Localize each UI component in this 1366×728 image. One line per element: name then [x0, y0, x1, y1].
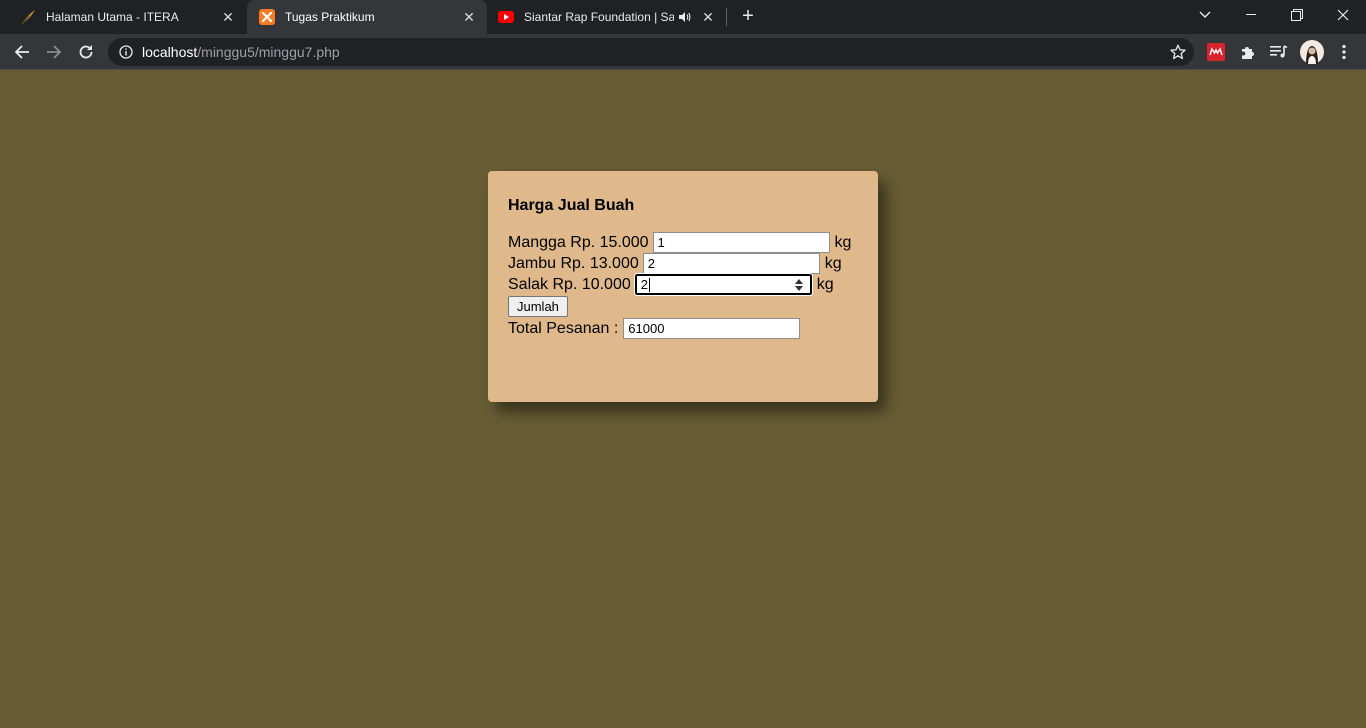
tab-search-button[interactable] — [1182, 0, 1228, 30]
info-icon[interactable] — [119, 45, 133, 59]
arrow-right-icon — [47, 45, 62, 59]
close-window-button[interactable] — [1320, 0, 1366, 30]
forward-button[interactable] — [40, 38, 68, 66]
chevron-down-icon — [1199, 11, 1211, 18]
minimize-button[interactable] — [1228, 0, 1274, 30]
arrow-left-icon — [14, 45, 29, 59]
close-tab-icon[interactable]: ✕ — [461, 9, 477, 25]
puzzle-icon — [1242, 47, 1254, 59]
url-text[interactable]: localhost/minggu5/minggu7.php — [142, 44, 340, 60]
youtube-icon — [498, 9, 514, 25]
address-bar[interactable]: localhost/minggu5/minggu7.php — [108, 38, 1194, 66]
mendeley-icon — [1207, 43, 1225, 61]
fruit-label: Salak Rp. 10.000 — [508, 275, 631, 293]
tab-halaman-utama[interactable]: Halaman Utama - ITERA ✕ — [8, 0, 246, 34]
media-control-button[interactable] — [1268, 41, 1290, 63]
jambu-quantity-input[interactable] — [642, 253, 820, 274]
extensions-button[interactable] — [1237, 41, 1259, 63]
total-label: Total Pesanan : — [508, 319, 619, 337]
unit-label: kg — [834, 233, 852, 251]
fruit-row-salak: Salak Rp. 10.000 2 kg — [508, 273, 858, 296]
form-heading: Harga Jual Buah — [508, 197, 635, 214]
restore-button[interactable] — [1274, 0, 1320, 30]
unit-label: kg — [816, 275, 834, 293]
reload-icon — [79, 45, 93, 59]
spin-down-icon[interactable] — [794, 285, 803, 291]
bookmark-star-icon[interactable] — [1170, 44, 1186, 60]
playlist-music-icon — [1270, 45, 1288, 58]
mangga-quantity-input[interactable] — [652, 232, 830, 253]
unit-label: kg — [824, 254, 842, 272]
total-output-field[interactable] — [623, 318, 801, 339]
tab-divider — [726, 8, 727, 26]
browser-toolbar: localhost/minggu5/minggu7.php — [0, 34, 1366, 70]
tab-strip: Halaman Utama - ITERA ✕ Tugas Praktikum … — [0, 0, 1366, 34]
minimize-icon — [1246, 14, 1256, 15]
close-icon — [1337, 9, 1349, 21]
reload-button[interactable] — [72, 38, 100, 66]
profile-avatar[interactable] — [1300, 40, 1324, 64]
tab-tugas-praktikum[interactable]: Tugas Praktikum ✕ — [247, 0, 487, 34]
xampp-icon — [259, 9, 275, 25]
tab-youtube[interactable]: Siantar Rap Foundation | Sai ✕ — [488, 0, 726, 34]
kebab-menu-icon — [1342, 44, 1346, 60]
back-button[interactable] — [8, 38, 36, 66]
audio-playing-icon[interactable] — [678, 10, 692, 24]
text-cursor — [648, 278, 650, 293]
new-tab-button[interactable]: + — [737, 5, 759, 27]
close-tab-icon[interactable]: ✕ — [700, 9, 716, 25]
total-row: Total Pesanan : — [508, 318, 858, 339]
close-tab-icon[interactable]: ✕ — [220, 9, 236, 25]
fruit-row-jambu: Jambu Rp. 13.000 kg — [508, 253, 858, 274]
tab-title: Halaman Utama - ITERA — [46, 10, 179, 24]
fruit-label: Jambu Rp. 13.000 — [508, 254, 639, 272]
order-form-card: Harga Jual Buah Mangga Rp. 15.000 kg Jam… — [488, 171, 878, 402]
tab-title: Siantar Rap Foundation | Sai — [524, 10, 674, 24]
url-path: /minggu5/minggu7.php — [197, 44, 340, 60]
browser-menu-button[interactable] — [1333, 41, 1355, 63]
jumlah-button[interactable]: Jumlah — [508, 296, 568, 317]
input-value: 2 — [640, 276, 648, 292]
salak-quantity-input[interactable]: 2 — [633, 273, 813, 296]
feather-icon — [20, 9, 36, 25]
number-spinner[interactable] — [794, 278, 804, 291]
url-host: localhost — [142, 44, 198, 60]
extension-mendeley-button[interactable] — [1205, 41, 1227, 63]
tab-title: Tugas Praktikum — [285, 10, 375, 24]
spin-up-icon[interactable] — [794, 278, 803, 284]
avatar-icon — [1300, 40, 1324, 64]
fruit-row-mangga: Mangga Rp. 15.000 kg — [508, 232, 858, 253]
fruit-label: Mangga Rp. 15.000 — [508, 233, 649, 251]
restore-icon — [1291, 9, 1303, 21]
